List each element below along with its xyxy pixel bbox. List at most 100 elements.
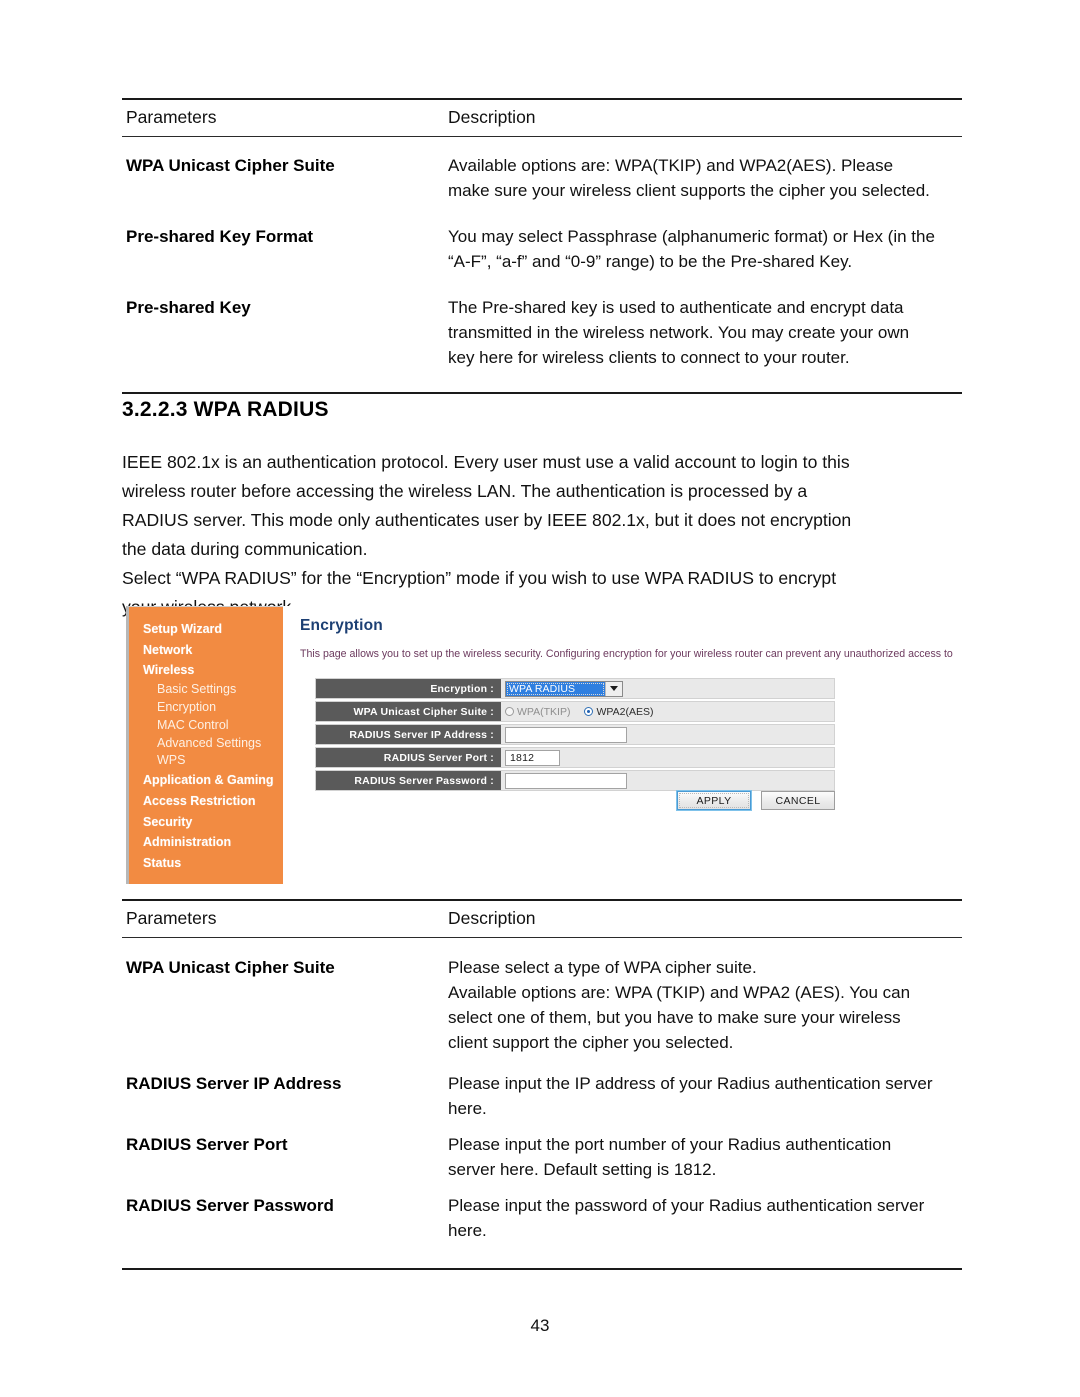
section-body-paragraph: IEEE 802.1x is an authentication protoco… (122, 448, 972, 622)
paragraph-line: the data during communication. (122, 539, 368, 559)
desc-line: select one of them, but you have to make… (448, 1008, 901, 1027)
radius-server-ip-input[interactable] (505, 726, 627, 743)
desc-line: Please input the port number of your Rad… (448, 1135, 892, 1154)
table-row: RADIUS Server IP Address Please input th… (122, 1071, 962, 1121)
desc-line: transmitted in the wireless network. You… (448, 323, 910, 342)
sidebar-item-wireless[interactable]: Wireless (143, 660, 293, 681)
document-page: Parameters Description WPA Unicast Ciphe… (0, 0, 1080, 1397)
paragraph-line: IEEE 802.1x is an authentication protoco… (122, 452, 850, 472)
desc-line: Please select a type of WPA cipher suite… (448, 958, 757, 977)
sidebar-item-network[interactable]: Network (143, 640, 293, 661)
sidebar-item-basic-settings[interactable]: Basic Settings (143, 681, 293, 699)
desc-line: Please input the password of your Radius… (448, 1196, 925, 1215)
sidebar-item-administration[interactable]: Administration (143, 832, 293, 853)
param-name: RADIUS Server Password (126, 1196, 334, 1215)
cancel-button[interactable]: CANCEL (761, 791, 835, 810)
column-header-parameters: Parameters (126, 107, 217, 127)
desc-line: Please input the IP address of your Radi… (448, 1074, 933, 1093)
sidebar-item-setup-wizard[interactable]: Setup Wizard (143, 619, 293, 640)
sidebar-item-status[interactable]: Status (143, 853, 293, 874)
sidebar-item-mac-control[interactable]: MAC Control (143, 717, 293, 735)
param-name: WPA Unicast Cipher Suite (126, 156, 335, 175)
radio-icon-selected[interactable] (584, 707, 594, 716)
param-name: Pre-shared Key Format (126, 227, 314, 246)
param-description: Please select a type of WPA cipher suite… (448, 955, 962, 1055)
column-header-description: Description (448, 908, 536, 928)
form-row-encryption: Encryption : WPA RADIUS (315, 678, 835, 699)
label-radius-server-port: RADIUS Server Port : (316, 748, 501, 767)
table-row: WPA Unicast Cipher Suite Available optio… (122, 153, 962, 203)
sidebar-item-application-gaming[interactable]: Application & Gaming (143, 770, 293, 791)
radius-server-port-input[interactable]: 1812 (505, 749, 560, 766)
panel-title: Encryption (300, 617, 383, 634)
desc-line: The Pre-shared key is used to authentica… (448, 298, 904, 317)
router-main-panel: Encryption This page allows you to set u… (300, 606, 980, 884)
param-name: WPA Unicast Cipher Suite (126, 958, 335, 977)
table-bottom-rule (122, 392, 962, 394)
field-radius-password (501, 771, 834, 790)
field-encryption: WPA RADIUS (501, 679, 834, 698)
router-sidebar: Setup Wizard Network Wireless Basic Sett… (126, 606, 283, 884)
table-bottom-rule (122, 1268, 962, 1270)
section-heading: 3.2.2.3 WPA RADIUS (122, 398, 329, 421)
panel-description: This page allows you to set up the wirel… (300, 648, 953, 660)
desc-line: You may select Passphrase (alphanumeric … (448, 227, 935, 246)
apply-button[interactable]: APPLY (677, 791, 751, 810)
form-row-radius-password: RADIUS Server Password : (315, 770, 835, 791)
desc-line: client support the cipher you selected. (448, 1033, 734, 1052)
sidebar-item-security[interactable]: Security (143, 812, 293, 833)
param-description: Available options are: WPA(TKIP) and WPA… (448, 153, 962, 203)
sidebar-item-wps[interactable]: WPS (143, 752, 293, 770)
param-name: RADIUS Server Port (126, 1135, 288, 1154)
table-row: RADIUS Server Password Please input the … (122, 1193, 962, 1243)
paragraph-line: RADIUS server. This mode only authentica… (122, 510, 852, 530)
radio-label-wpa-tkip: WPA(TKIP) (517, 705, 571, 718)
label-wpa-unicast-cipher-suite: WPA Unicast Cipher Suite : (316, 702, 501, 721)
desc-line: key here for wireless clients to connect… (448, 348, 850, 367)
param-name: RADIUS Server IP Address (126, 1074, 342, 1093)
parameters-table-bottom: Parameters Description WPA Unicast Ciphe… (122, 899, 962, 1270)
param-name: Pre-shared Key (126, 298, 251, 317)
table-header-row: Parameters Description (122, 100, 962, 136)
param-description: You may select Passphrase (alphanumeric … (448, 224, 962, 274)
table-row: Pre-shared Key Format You may select Pas… (122, 224, 962, 274)
radio-option-wpa2-aes[interactable]: WPA2(AES) (584, 706, 653, 718)
sidebar-item-advanced-settings[interactable]: Advanced Settings (143, 735, 293, 753)
paragraph-line: Select “WPA RADIUS” for the “Encryption”… (122, 568, 837, 588)
router-ui-screenshot: Setup Wizard Network Wireless Basic Sett… (126, 606, 980, 884)
sidebar-item-access-restriction[interactable]: Access Restriction (143, 791, 293, 812)
desc-line: Available options are: WPA (TKIP) and WP… (448, 983, 911, 1002)
radius-server-password-input[interactable] (505, 772, 627, 789)
desc-line: “A-F”, “a-f” and “0-9” range) to be the … (448, 252, 853, 271)
form-row-radius-port: RADIUS Server Port : 1812 (315, 747, 835, 768)
field-radius-port: 1812 (501, 748, 834, 767)
encryption-select-value[interactable]: WPA RADIUS (506, 681, 605, 696)
encryption-select[interactable]: WPA RADIUS (505, 680, 623, 697)
encryption-form: Encryption : WPA RADIUS WPA Unicast Ciph… (315, 678, 835, 793)
sidebar-item-encryption[interactable]: Encryption (143, 699, 293, 717)
page-number: 43 (530, 1316, 550, 1335)
field-cipher-suite: WPA(TKIP) WPA2(AES) (501, 702, 834, 721)
radio-option-wpa-tkip[interactable]: WPA(TKIP) (505, 706, 570, 718)
table-header-row: Parameters Description (122, 901, 962, 937)
column-header-description: Description (448, 107, 536, 127)
radio-icon-unselected[interactable] (505, 707, 514, 716)
column-header-parameters: Parameters (126, 908, 217, 928)
table-row: WPA Unicast Cipher Suite Please select a… (122, 955, 962, 1055)
cipher-radio-group: WPA(TKIP) WPA2(AES) (505, 706, 653, 718)
chevron-down-icon[interactable] (605, 681, 622, 696)
desc-line: here. (448, 1221, 487, 1240)
parameters-table-top: Parameters Description WPA Unicast Ciphe… (122, 98, 962, 394)
label-encryption: Encryption : (316, 679, 501, 698)
paragraph-line: wireless router before accessing the wir… (122, 481, 808, 501)
form-row-cipher-suite: WPA Unicast Cipher Suite : WPA(TKIP) WPA… (315, 701, 835, 722)
table-row: RADIUS Server Port Please input the port… (122, 1132, 962, 1182)
